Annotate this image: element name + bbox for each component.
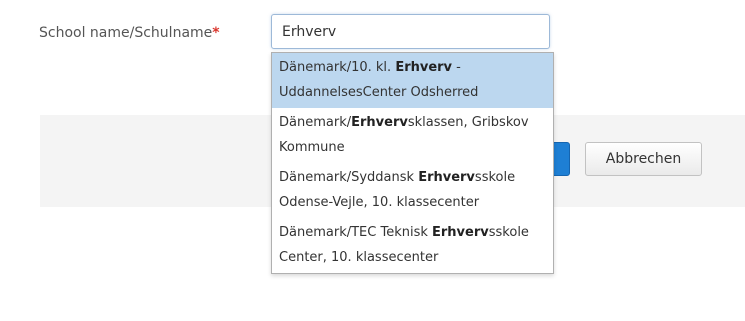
option-match: Erhverv bbox=[432, 225, 489, 240]
option-prefix: Dänemark/ bbox=[279, 115, 352, 130]
autocomplete-option[interactable]: Dänemark/10. kl. Erhverv - UddannelsesCe… bbox=[272, 53, 553, 108]
school-name-input[interactable] bbox=[271, 14, 550, 49]
option-match: Erhverv bbox=[395, 60, 453, 75]
option-match: Erhverv bbox=[351, 115, 408, 130]
autocomplete-dropdown: Dänemark/10. kl. Erhverv - UddannelsesCe… bbox=[271, 52, 554, 274]
option-match: Erhverv bbox=[418, 170, 475, 185]
autocomplete-option[interactable]: Dänemark/Syddansk Erhvervsskole Odense-V… bbox=[272, 163, 553, 218]
autocomplete-option[interactable]: Dänemark/TEC Teknisk Erhvervsskole Cente… bbox=[272, 218, 553, 273]
cancel-button[interactable]: Abbrechen bbox=[585, 142, 702, 176]
required-marker: * bbox=[212, 25, 220, 41]
school-name-label: School name/Schulname* bbox=[39, 20, 229, 46]
school-name-label-text: School name/Schulname bbox=[39, 25, 213, 41]
option-prefix: Dänemark/Syddansk bbox=[279, 170, 419, 185]
autocomplete-option[interactable]: Dänemark/Erhvervsklassen, Gribskov Kommu… bbox=[272, 108, 553, 163]
option-prefix: Dänemark/10. kl. bbox=[279, 60, 396, 75]
option-prefix: Dänemark/TEC Teknisk bbox=[279, 225, 433, 240]
